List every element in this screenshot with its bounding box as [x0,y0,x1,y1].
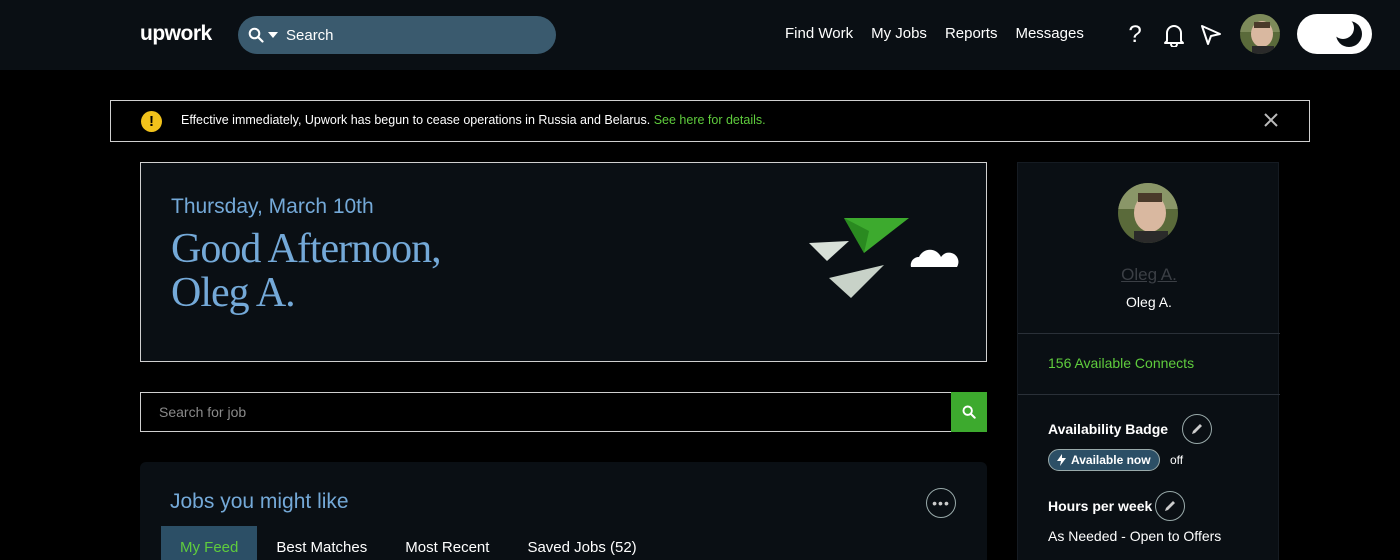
tab-my-feed[interactable]: My Feed [161,526,258,560]
job-search-input[interactable] [141,393,951,431]
warning-icon: ! [141,111,162,132]
tab-most-recent[interactable]: Most Recent [386,526,508,560]
nav-my-jobs[interactable]: My Jobs [871,25,927,42]
close-icon[interactable] [1261,110,1281,130]
job-search-button[interactable] [951,392,987,432]
nav-messages[interactable]: Messages [1015,25,1083,42]
alert-details-link[interactable]: See here for details. [654,113,766,127]
available-connects-link[interactable]: 156 Available Connects [1048,355,1194,371]
search-icon [962,405,976,419]
tab-best-matches[interactable]: Best Matches [257,526,386,560]
global-search[interactable]: Search [238,16,556,54]
divider [1018,333,1280,334]
nav-reports[interactable]: Reports [945,25,998,42]
greeting-date: Thursday, March 10th [171,195,374,218]
greeting-line-1: Good Afternoon, [171,226,442,272]
hours-heading: Hours per week [1048,498,1153,514]
alert-banner: ! Effective immediately, Upwork has begu… [110,100,1310,142]
greeting-text: Good Afternoon, Oleg A. [171,226,442,316]
alert-text: Effective immediately, Upwork has begun … [181,113,651,127]
nav-links: Find Work My Jobs Reports Messages [785,25,1084,42]
tab-saved-jobs[interactable]: Saved Jobs (52) [508,526,655,560]
chevron-down-icon[interactable] [268,32,278,38]
pencil-icon [1192,424,1202,434]
availability-badge-label: Available now [1071,453,1151,467]
edit-hours-button[interactable] [1155,491,1185,521]
jobs-feed-card: Jobs you might like ••• My Feed Best Mat… [140,462,987,560]
divider [1018,394,1280,395]
more-options-icon[interactable]: ••• [926,488,956,518]
availability-badge[interactable]: Available now [1048,449,1160,471]
feed-tabs: My Feed Best Matches Most Recent Saved J… [161,526,656,560]
availability-status: off [1170,453,1184,467]
paper-planes-illustration [809,218,959,298]
search-placeholder: Search [286,26,334,44]
moon-icon [1334,19,1362,47]
greeting-card: Thursday, March 10th Good Afternoon, Ole… [140,162,987,362]
nav-find-work[interactable]: Find Work [785,25,853,42]
search-icon [248,27,264,43]
help-icon[interactable]: ? [1120,20,1150,50]
hours-value: As Needed - Open to Offers [1048,528,1222,544]
dark-mode-toggle[interactable] [1297,14,1372,54]
profile-sidebar: Oleg A. Oleg A. 156 Available Connects A… [1017,162,1280,560]
availability-heading: Availability Badge [1048,421,1169,437]
job-search [140,392,987,432]
feed-title: Jobs you might like [170,490,349,513]
upwork-logo[interactable]: upwork [140,22,212,46]
top-nav: upwork Search Find Work My Jobs Reports … [0,0,1400,70]
profile-avatar[interactable] [1118,183,1178,243]
profile-name-link[interactable]: Oleg A. [1018,265,1280,285]
avatar[interactable] [1240,14,1280,54]
alert-message: Effective immediately, Upwork has begun … [181,113,766,127]
bell-icon[interactable] [1159,20,1189,50]
profile-name: Oleg A. [1126,294,1172,310]
edit-availability-button[interactable] [1182,414,1212,444]
send-icon[interactable] [1196,20,1226,50]
pencil-icon [1165,501,1175,511]
greeting-line-2: Oleg A. [171,270,296,316]
lightning-icon [1057,454,1066,466]
